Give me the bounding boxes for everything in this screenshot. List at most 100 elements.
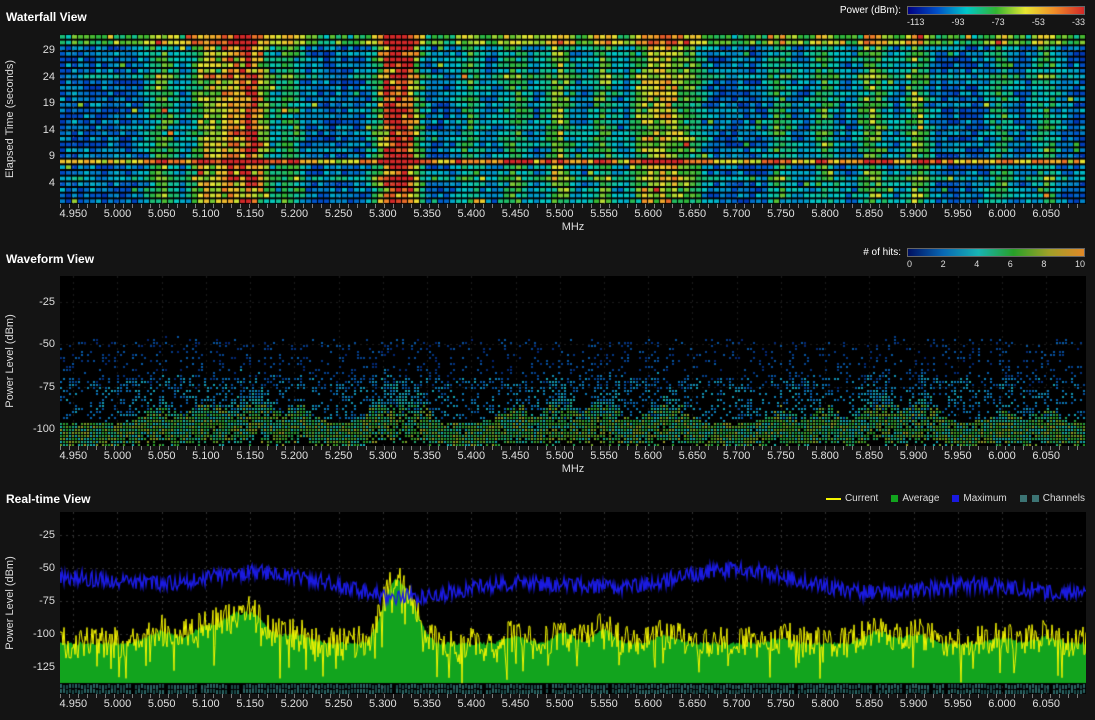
y-tick-label: 14	[43, 124, 55, 136]
x-tick-label: 5.800	[811, 208, 839, 220]
legend-swatch-icon	[952, 495, 959, 502]
hits-colorbar-legend: # of hits: 0246810	[863, 247, 1085, 269]
realtime-header: Real-time View Current Average Maximum Chan…	[0, 486, 1095, 512]
y-tick-label: -75	[39, 595, 55, 607]
realtime-canvas[interactable]	[60, 512, 1086, 694]
x-tick-label: 5.250	[325, 698, 353, 710]
x-tick-label: 5.800	[811, 450, 839, 462]
waveform-canvas[interactable]	[60, 276, 1086, 446]
colorbar-tick-label: -73	[992, 17, 1005, 27]
x-tick-label: 5.650	[679, 208, 707, 220]
waveform-y-axis: Power Level (dBm) -25-50-75-100	[0, 276, 60, 446]
legend-swatch-icon	[1020, 495, 1027, 502]
x-tick-label: 5.600	[634, 208, 662, 220]
x-tick-label: 5.950	[944, 208, 972, 220]
colorbar-tick-label: 0	[907, 259, 912, 269]
x-tick-label: 4.950	[60, 208, 88, 220]
x-tick-label: 6.000	[988, 698, 1016, 710]
x-tick-label: 4.950	[60, 698, 88, 710]
realtime-legend: Current Average Maximum Channels	[826, 493, 1085, 504]
x-tick-label: 5.150	[236, 450, 264, 462]
x-tick-label: 6.050	[1032, 450, 1060, 462]
hits-colorbar-label: # of hits:	[863, 247, 901, 258]
y-tick-label: 4	[49, 177, 55, 189]
x-tick-label: 6.000	[988, 450, 1016, 462]
x-tick-label: 5.500	[546, 450, 574, 462]
x-tick-label: 5.900	[900, 208, 928, 220]
waterfall-x-axis-title: MHz	[60, 220, 1086, 236]
y-tick-label: -100	[33, 423, 55, 435]
x-tick-label: 5.200	[281, 208, 309, 220]
x-tick-label: 5.400	[458, 698, 486, 710]
legend-label: Current	[845, 493, 878, 504]
y-tick-label: 29	[43, 44, 55, 56]
x-tick-label: 5.750	[767, 208, 795, 220]
legend-item-current: Current	[826, 493, 878, 504]
waterfall-header: Waterfall View Power (dBm): -113-93-73-5…	[0, 2, 1095, 34]
waterfall-y-axis-title: Elapsed Time (seconds)	[4, 60, 16, 178]
y-tick-label: -25	[39, 529, 55, 541]
x-tick-label: 6.050	[1032, 698, 1060, 710]
colorbar-tick-label: -53	[1032, 17, 1045, 27]
x-tick-label: 5.350	[413, 208, 441, 220]
x-tick-label: 5.250	[325, 208, 353, 220]
x-tick-label: 5.650	[679, 698, 707, 710]
waterfall-canvas[interactable]	[60, 34, 1086, 204]
x-tick-label: 5.050	[148, 450, 176, 462]
x-tick-label: 5.450	[502, 208, 530, 220]
x-tick-label: 5.950	[944, 450, 972, 462]
realtime-panel: Real-time View Current Average Maximum Chan…	[0, 486, 1095, 710]
x-tick-label: 5.600	[634, 450, 662, 462]
y-tick-label: 19	[43, 97, 55, 109]
x-tick-label: 5.950	[944, 698, 972, 710]
x-tick-label: 5.750	[767, 698, 795, 710]
x-tick-label: 5.700	[723, 450, 751, 462]
waterfall-panel: Waterfall View Power (dBm): -113-93-73-5…	[0, 2, 1095, 236]
power-colorbar-ticks: -113-93-73-53-33	[907, 17, 1085, 27]
legend-swatch-icon	[826, 498, 841, 500]
x-tick-label: 6.000	[988, 208, 1016, 220]
x-tick-label: 5.800	[811, 698, 839, 710]
y-tick-label: 24	[43, 71, 55, 83]
hits-colorbar	[907, 248, 1085, 257]
waveform-x-axis-title: MHz	[60, 462, 1086, 478]
y-tick-label: 9	[49, 150, 55, 162]
x-tick-label: 5.350	[413, 450, 441, 462]
realtime-y-axis: Power Level (dBm) -25-50-75-100-125	[0, 512, 60, 694]
x-tick-label: 5.850	[856, 208, 884, 220]
x-tick-label: 5.100	[192, 208, 220, 220]
realtime-x-ticks: 4.9505.0005.0505.1005.1505.2005.2505.300…	[60, 694, 1086, 710]
legend-swatch-icon	[1032, 495, 1039, 502]
x-tick-label: 5.650	[679, 450, 707, 462]
x-tick-label: 5.550	[590, 450, 618, 462]
x-tick-label: 5.400	[458, 450, 486, 462]
legend-label: Maximum	[963, 493, 1006, 504]
x-tick-label: 5.600	[634, 698, 662, 710]
colorbar-tick-label: 10	[1075, 259, 1085, 269]
x-tick-label: 5.000	[104, 208, 132, 220]
x-tick-label: 5.500	[546, 208, 574, 220]
y-tick-label: -50	[39, 338, 55, 350]
legend-item-maximum: Maximum	[952, 493, 1006, 504]
x-tick-label: 5.700	[723, 208, 751, 220]
y-tick-label: -75	[39, 381, 55, 393]
realtime-title: Real-time View	[6, 492, 90, 506]
x-tick-label: 5.450	[502, 698, 530, 710]
waterfall-y-axis: Elapsed Time (seconds) 29 24 19 14 9 4	[0, 34, 60, 204]
x-tick-label: 5.150	[236, 698, 264, 710]
y-tick-label: -100	[33, 628, 55, 640]
colorbar-tick-label: -93	[952, 17, 965, 27]
colorbar-tick-label: 6	[1008, 259, 1013, 269]
legend-swatch-icon	[891, 495, 898, 502]
legend-label: Channels	[1043, 493, 1085, 504]
x-tick-label: 5.850	[856, 450, 884, 462]
x-tick-label: 6.050	[1032, 208, 1060, 220]
colorbar-tick-label: 2	[941, 259, 946, 269]
legend-item-average: Average	[891, 493, 939, 504]
x-tick-label: 5.550	[590, 208, 618, 220]
waveform-y-axis-title: Power Level (dBm)	[4, 314, 16, 408]
x-tick-label: 5.400	[458, 208, 486, 220]
colorbar-tick-label: 8	[1041, 259, 1046, 269]
waveform-title: Waveform View	[6, 252, 94, 266]
x-tick-label: 5.000	[104, 698, 132, 710]
